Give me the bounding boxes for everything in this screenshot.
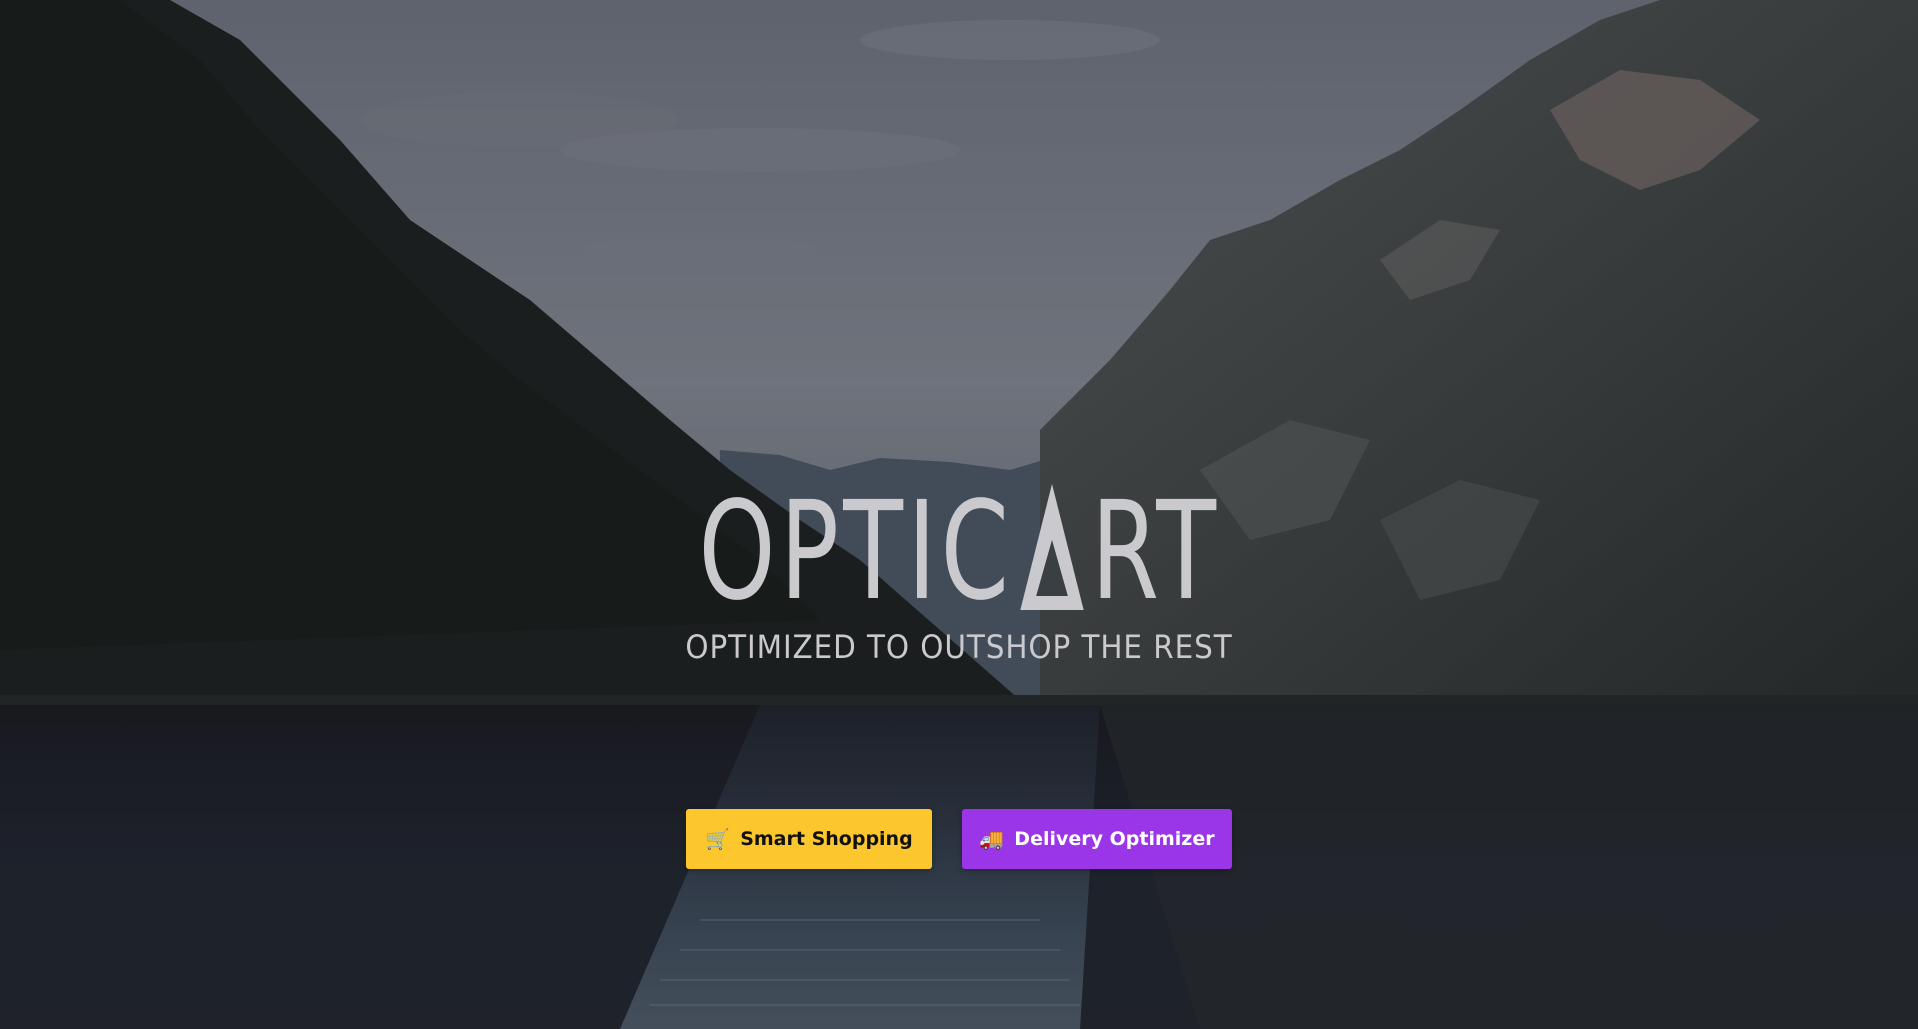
smart-shopping-label: Smart Shopping — [740, 828, 913, 850]
triangle-icon — [1020, 484, 1084, 610]
shopping-cart-icon: 🛒 — [705, 827, 731, 851]
delivery-truck-icon: 🚚 — [979, 827, 1005, 851]
delivery-optimizer-button[interactable]: 🚚 Delivery Optimizer — [962, 809, 1232, 869]
tagline: OPTIMIZED TO OUTSHOP THE REST — [685, 628, 1233, 666]
hero-section: OPTIC RT OPTIMIZED TO OUTSHOP THE REST 🛒… — [0, 0, 1918, 1029]
logo-wordmark: OPTIC RT — [698, 478, 1220, 620]
logo-text-end: RT — [1090, 473, 1220, 631]
logo: OPTIC RT — [0, 478, 1918, 620]
delivery-optimizer-label: Delivery Optimizer — [1014, 828, 1215, 850]
logo-text-start: OPTIC — [698, 473, 1013, 631]
smart-shopping-button[interactable]: 🛒 Smart Shopping — [686, 809, 932, 869]
